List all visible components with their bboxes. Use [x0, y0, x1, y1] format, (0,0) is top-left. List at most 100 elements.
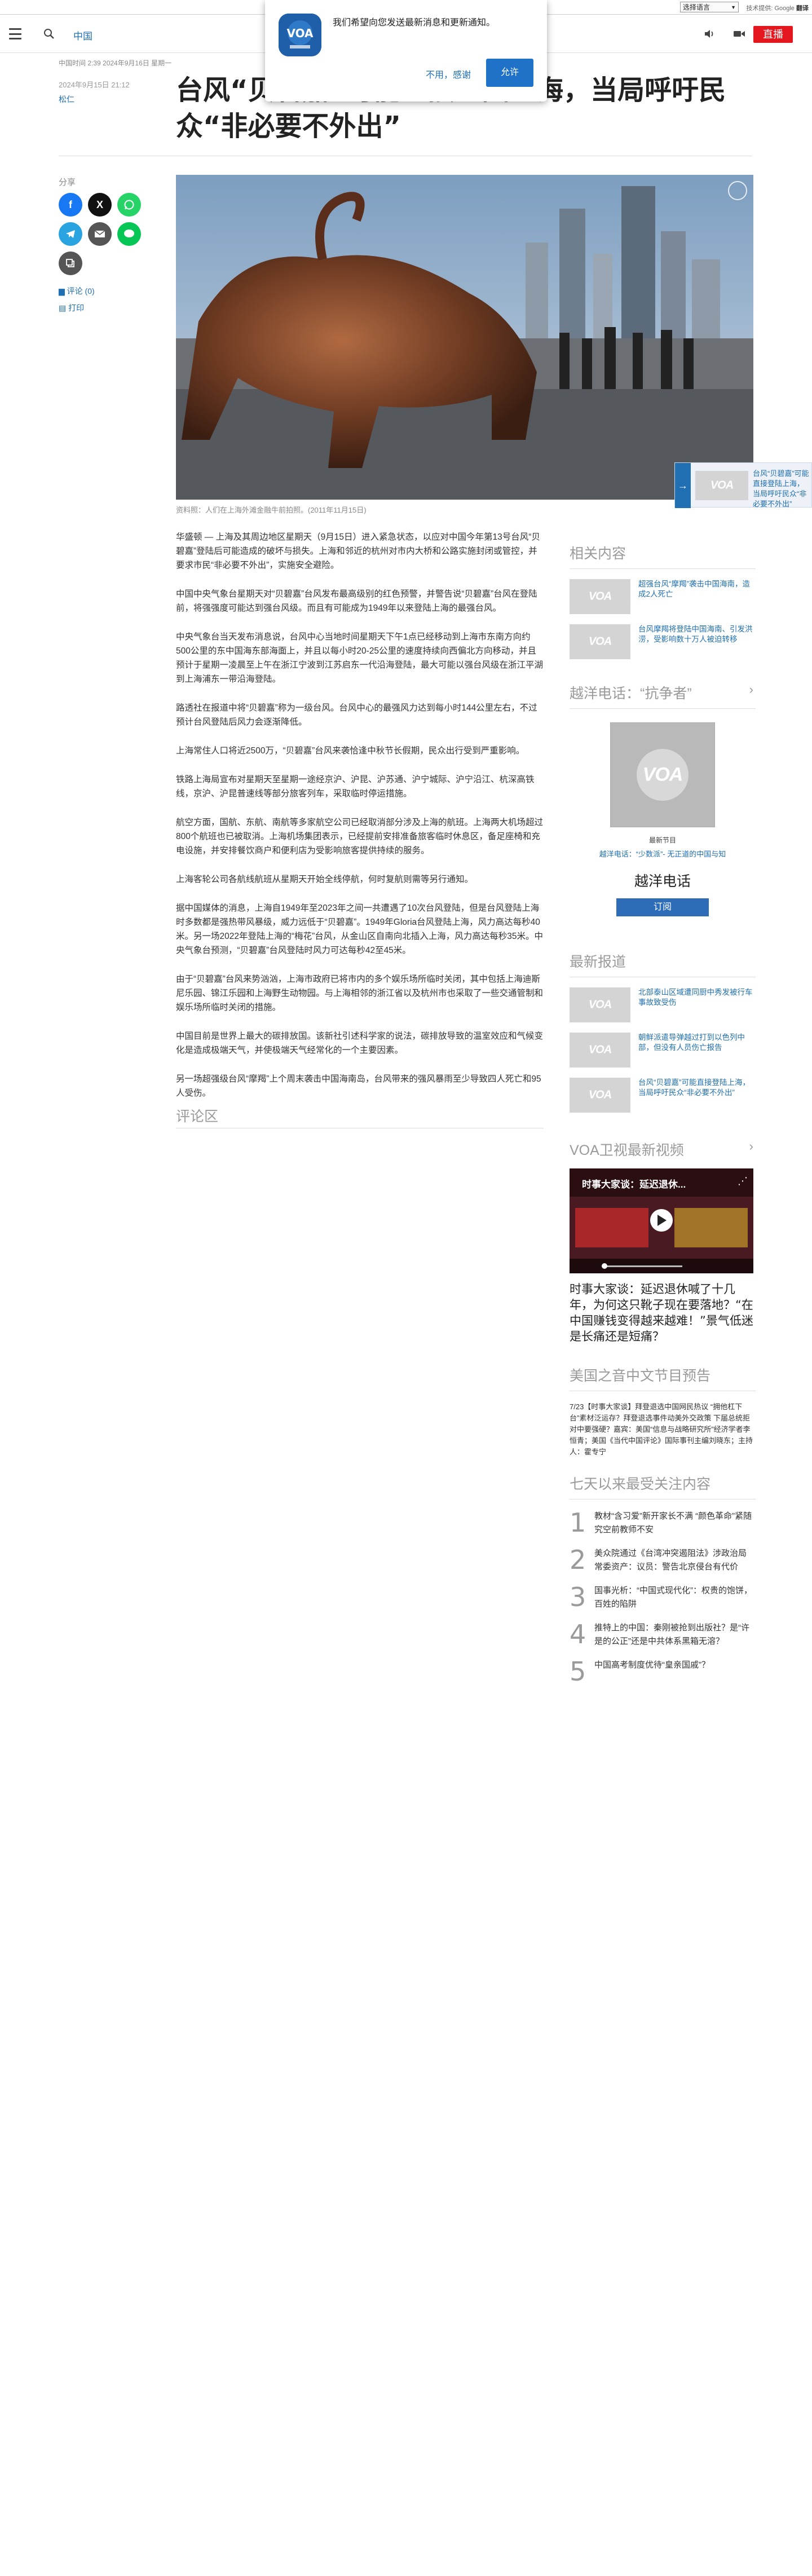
related-content-section: 相关内容 VOA 超强台风“摩羯”袭击中国海南，造成2人死亡 VOA 台风摩羯将…: [570, 542, 756, 659]
nav-section-link[interactable]: 中国: [73, 28, 92, 42]
latest-thumbnail: VOA: [570, 1078, 630, 1113]
speaker-icon[interactable]: [704, 28, 716, 39]
rank-number: 5: [570, 1656, 586, 1687]
article-paragraph: 据中国媒体的消息，上海自1949年至2023年之间一共遭遇了10次台风登陆，但是…: [176, 903, 544, 955]
notification-allow-button[interactable]: 允许: [486, 59, 533, 87]
related-item[interactable]: VOA 台风摩羯将登陆中国海南、引发洪涝，受影响数十万人被迫转移: [570, 624, 756, 659]
floating-card-thumbnail: VOA: [695, 471, 748, 500]
chevron-right-icon: ›: [749, 682, 753, 696]
email-icon[interactable]: [88, 222, 112, 246]
language-select[interactable]: 选择语言 ▼: [680, 2, 739, 12]
latest-episode-link[interactable]: 越洋电话：“少数派”- 无正道的中国与知: [570, 848, 756, 859]
ranking-item[interactable]: 2 美众院通过《台湾冲突遏阻法》涉政治局常委资产：议员：警告北京侵台有代价: [570, 1547, 756, 1574]
chevron-down-icon: ▼: [731, 4, 736, 10]
voa-logo: VOA: [588, 1088, 612, 1101]
voa-tv-video-section: VOA卫视最新视频 › 时事大家谈：延迟退休... ⋰ 时事大家谈：延迟退休喊了十…: [570, 1139, 756, 1344]
article-paragraph: 华盛顿 — 上海及其周边地区星期天（9月15日）进入紧急状态，以应对中国今年第1…: [176, 532, 540, 570]
whatsapp-icon[interactable]: [117, 193, 141, 217]
voa-logo: VOA: [588, 635, 612, 648]
google-logo: Google: [774, 5, 795, 12]
image-caption: 资料照：人们在上海外滩金融牛前拍照。(2011年11月15日): [176, 506, 367, 514]
article-paragraph: 中央气象台当天发布消息说，台风中心当地时间星期天下午1点已经移动到上海市东南方向…: [176, 632, 544, 684]
rank-number: 1: [570, 1507, 586, 1538]
video-title[interactable]: 时事大家谈：延迟退休喊了十几年，为何这只靴子现在要落地？“在中国赚钱变得越来越难…: [570, 1281, 756, 1344]
podcast-artwork[interactable]: VOA: [610, 722, 715, 827]
latest-item-title: 台风“贝碧嘉”可能直接登陆上海，当局呼吁民众“非必要不外出”: [638, 1078, 750, 1097]
latest-reports-section: 最新报道 VOA 北部泰山区域遭同厨中秀发被行车事故致受伤 VOA 朝鲜派遣导弹…: [570, 951, 756, 1113]
notification-prompt: VOA 我们希望向您发送最新消息和更新通知。 不用，感谢 允许: [265, 0, 547, 102]
chevron-right-icon: ›: [749, 1139, 753, 1153]
article-paragraph: 航空方面，国航、东航、南航等多家航空公司已经取消部分涉及上海的航班。上海两大机场…: [176, 818, 544, 855]
podcast-heading[interactable]: 越洋电话：“抗争者” ›: [570, 682, 756, 703]
related-item[interactable]: VOA 超强台风“摩羯”袭击中国海南，造成2人死亡: [570, 579, 756, 614]
latest-item-title: 朝鲜派遣导弹越过打到以色列中部，但没有人员伤亡报告: [638, 1033, 745, 1052]
powered-by: 技术提供: Google 翻译: [746, 3, 809, 12]
ranking-item[interactable]: 3 国事光析：“中国式现代化”：权贵的饱饼，百姓的陷阱: [570, 1584, 756, 1611]
article-paragraph: 中国目前是世界上最大的碳排放国。该新社引述科学家的说法，碳排放导致的温室效应和气…: [176, 1031, 544, 1055]
ranking-item[interactable]: 5 中国高考制度优待“皇亲国戚”？: [570, 1658, 756, 1684]
author-link[interactable]: 松仁: [59, 94, 74, 105]
live-button[interactable]: 直播: [753, 26, 793, 43]
ranking-item-title: 美众院通过《台湾冲突遏阻法》涉政治局常委资产：议员：警告北京侵台有代价: [594, 1549, 747, 1572]
notification-message: 我们希望向您发送最新消息和更新通知。: [333, 18, 496, 28]
rank-number: 2: [570, 1545, 586, 1575]
floating-now-reading-card[interactable]: → VOA 台风“贝碧嘉”可能直接登陆上海，当局呼吁民众“非必要不外出”: [674, 462, 812, 508]
comments-heading: 评论区: [176, 1109, 219, 1124]
comment-icon: ▆: [59, 286, 67, 295]
video-overlay-title: 时事大家谈：延迟退休...: [582, 1179, 686, 1190]
floating-card-title: 台风“贝碧嘉”可能直接登陆上海，当局呼吁民众“非必要不外出”: [753, 469, 809, 508]
x-twitter-icon[interactable]: X: [88, 193, 112, 217]
article-body: 华盛顿 — 上海及其周边地区星期天（9月15日）进入紧急状态，以应对中国今年第1…: [176, 530, 544, 1115]
latest-item[interactable]: VOA 北部泰山区域遭同厨中秀发被行车事故致受伤: [570, 987, 756, 1022]
latest-episode-label: 最新节目: [648, 836, 676, 844]
facebook-icon[interactable]: f: [59, 193, 82, 217]
telegram-icon[interactable]: [59, 222, 82, 246]
arrow-right-icon[interactable]: →: [675, 463, 691, 508]
article-paragraph: 中国中央气象台星期天对“贝碧嘉”台风发布最高级别的红色预警，并警告说“贝碧嘉”台…: [176, 589, 537, 613]
article-paragraph: 铁路上海局宣布对星期天至星期一途经京沪、沪昆、沪苏通、沪宁城际、沪宁沿江、杭深高…: [176, 775, 535, 799]
ranking-item-title: 推特上的中国：秦刚被抢到出版社？是“许是的公正”还是中共体系黑箱无溶？: [594, 1623, 749, 1646]
line-icon[interactable]: [117, 222, 141, 246]
latest-item[interactable]: VOA 朝鲜派遣导弹越过打到以色列中部，但没有人员伤亡报告: [570, 1033, 756, 1068]
video-camera-icon[interactable]: [733, 28, 745, 39]
related-thumbnail: VOA: [570, 624, 630, 659]
ranking-item-title: 教材“含习爱”新开家长不满 “颜色革命”紧随究空前教师不安: [594, 1511, 752, 1534]
print-link-label: 打印: [68, 303, 85, 312]
preview-heading: 美国之音中文节目预告: [570, 1368, 711, 1384]
related-item-title: 台风摩羯将登陆中国海南、引发洪涝，受影响数十万人被迫转移: [638, 625, 753, 643]
print-link[interactable]: ▤ 打印: [59, 302, 84, 314]
translate-label: 翻译: [796, 5, 809, 12]
voa-logo: VOA: [588, 1043, 612, 1056]
latest-item[interactable]: VOA 台风“贝碧嘉”可能直接登陆上海，当局呼吁民众“非必要不外出”: [570, 1078, 756, 1113]
voa-logo: VOA: [642, 764, 683, 786]
comments-link[interactable]: ▆ 评论 (0): [59, 285, 95, 297]
language-select-label: 选择语言: [683, 3, 710, 11]
voa-app-logo: VOA: [279, 14, 321, 56]
share-buttons: f X: [59, 193, 143, 275]
video-heading[interactable]: VOA卫视最新视频 ›: [570, 1139, 756, 1159]
subscribe-button[interactable]: 订阅: [616, 898, 709, 916]
video-player[interactable]: 时事大家谈：延迟退休... ⋰: [570, 1168, 753, 1273]
rank-number: 4: [570, 1619, 586, 1649]
article-paragraph: 上海客轮公司各航线航班从星期天开始全线停航，何时复航则需等另行通知。: [176, 875, 474, 884]
share-label: 分享: [59, 178, 76, 187]
latest-thumbnail: VOA: [570, 1033, 630, 1068]
voa-logo: VOA: [588, 998, 612, 1011]
menu-icon[interactable]: [9, 28, 21, 39]
podcast-heading-label: 越洋电话：“抗争者”: [570, 686, 692, 702]
ranking-heading: 七天以来最受关注内容: [570, 1476, 711, 1492]
comments-link-label: 评论 (0): [67, 286, 95, 295]
share-icon[interactable]: ⋰: [738, 1175, 748, 1187]
ranking-item[interactable]: 4 推特上的中国：秦刚被抢到出版社？是“许是的公正”还是中共体系黑箱无溶？: [570, 1621, 756, 1648]
copy-link-icon[interactable]: [59, 252, 82, 275]
publish-date: 2024年9月15日 21:12: [59, 81, 130, 89]
svg-text:VOA: VOA: [286, 27, 314, 40]
voa-logo: VOA: [588, 590, 612, 603]
preview-text: 7/23【时事大家谈】拜登退选中国网民热议 “拥他杠下台”素材泛运存？拜登退选事…: [570, 1402, 753, 1456]
search-icon[interactable]: [43, 28, 55, 40]
latest-heading: 最新报道: [570, 954, 626, 970]
podcast-section: 越洋电话：“抗争者” › VOA 最新节目 越洋电话：“少数派”- 无正道的中国与…: [570, 682, 756, 916]
ranking-item[interactable]: 1 教材“含习爱”新开家长不满 “颜色革命”紧随究空前教师不安: [570, 1510, 756, 1537]
related-heading: 相关内容: [570, 546, 626, 562]
notification-deny-button[interactable]: 不用，感谢: [417, 67, 479, 85]
